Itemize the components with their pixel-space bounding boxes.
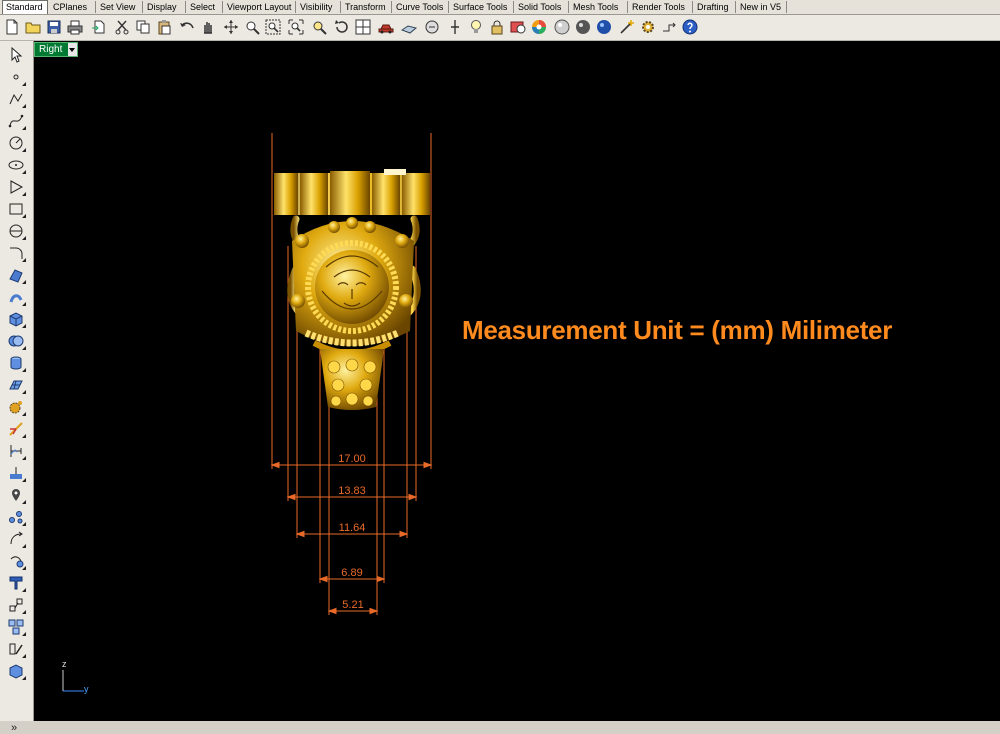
dimension-icon[interactable] bbox=[6, 441, 26, 461]
main-toolbar bbox=[0, 15, 1000, 41]
point-icon[interactable] bbox=[6, 67, 26, 87]
dimension-label-5: 5.21 bbox=[342, 599, 363, 611]
set-cplane-icon[interactable] bbox=[400, 18, 418, 36]
tab-standard[interactable]: Standard bbox=[2, 0, 48, 14]
orient-icon[interactable] bbox=[423, 18, 441, 36]
tab-mesh-tools[interactable]: Mesh Tools bbox=[570, 1, 628, 13]
pin-icon[interactable] bbox=[446, 18, 464, 36]
render-preview-icon[interactable] bbox=[595, 18, 613, 36]
zoom-icon[interactable] bbox=[243, 18, 261, 36]
block-icon[interactable] bbox=[6, 595, 26, 615]
tab-set-view[interactable]: Set View bbox=[97, 1, 143, 13]
zoom-extents-icon[interactable] bbox=[287, 18, 305, 36]
tab-display[interactable]: Display bbox=[144, 1, 186, 13]
rotate-view-icon[interactable] bbox=[333, 18, 351, 36]
ring-shank bbox=[274, 169, 430, 215]
trim-icon[interactable] bbox=[6, 419, 26, 439]
grid-snap-icon[interactable] bbox=[660, 18, 678, 36]
dimension-label-3: 11.64 bbox=[339, 522, 366, 534]
dimension-label-1: 17.00 bbox=[338, 453, 366, 465]
offset-icon[interactable] bbox=[6, 221, 26, 241]
axis-indicator bbox=[62, 670, 84, 692]
zoom-selected-icon[interactable] bbox=[310, 18, 328, 36]
zoom-window-icon[interactable] bbox=[264, 18, 282, 36]
ellipse-icon[interactable] bbox=[6, 155, 26, 175]
tab-cplanes[interactable]: CPlanes bbox=[50, 1, 96, 13]
viewport-scene: 17.00 13.83 11.64 6.89 5.21 bbox=[62, 133, 433, 692]
tab-visibility[interactable]: Visibility bbox=[297, 1, 341, 13]
import-icon[interactable] bbox=[90, 18, 108, 36]
sweep-icon[interactable] bbox=[6, 287, 26, 307]
cut-icon[interactable] bbox=[113, 18, 131, 36]
more-chevron-icon[interactable]: » bbox=[11, 722, 17, 734]
tab-transform[interactable]: Transform bbox=[342, 1, 392, 13]
fillet-icon[interactable] bbox=[6, 243, 26, 263]
tab-select[interactable]: Select bbox=[187, 1, 223, 13]
dimension-label-4: 6.89 bbox=[341, 567, 362, 579]
wand-icon[interactable] bbox=[618, 18, 636, 36]
undo-icon[interactable] bbox=[178, 18, 196, 36]
cylinder-icon[interactable] bbox=[6, 353, 26, 373]
circle-icon[interactable] bbox=[6, 133, 26, 153]
analyze-icon[interactable] bbox=[6, 463, 26, 483]
select-arrow-icon[interactable] bbox=[6, 45, 26, 65]
pan-arrows-icon[interactable] bbox=[222, 18, 240, 36]
options-gear-icon[interactable] bbox=[639, 18, 657, 36]
lock-icon[interactable] bbox=[488, 18, 506, 36]
tab-curve-tools[interactable]: Curve Tools bbox=[393, 1, 449, 13]
render-icon[interactable] bbox=[574, 18, 592, 36]
text-icon[interactable] bbox=[6, 529, 26, 549]
explode-icon[interactable] bbox=[6, 397, 26, 417]
tab-solid-tools[interactable]: Solid Tools bbox=[515, 1, 569, 13]
boolean-icon[interactable] bbox=[6, 331, 26, 351]
copy-icon[interactable] bbox=[134, 18, 152, 36]
mesh-icon[interactable] bbox=[6, 375, 26, 395]
curve-edit-icon[interactable] bbox=[6, 507, 26, 527]
box-icon[interactable] bbox=[6, 309, 26, 329]
new-file-icon[interactable] bbox=[3, 18, 21, 36]
viewport-right[interactable]: Right 17.00 13.83 11.64 6.89 5.21 Measur… bbox=[34, 41, 1000, 721]
color-wheel-icon[interactable] bbox=[530, 18, 548, 36]
tab-render-tools[interactable]: Render Tools bbox=[629, 1, 693, 13]
edit-icon[interactable] bbox=[6, 639, 26, 659]
open-folder-icon[interactable] bbox=[24, 18, 42, 36]
group-icon[interactable] bbox=[6, 485, 26, 505]
dimension-label-2: 13.83 bbox=[338, 485, 366, 497]
tab-viewport-layout[interactable]: Viewport Layout bbox=[224, 1, 296, 13]
tab-new-in-v5[interactable]: New in V5 bbox=[737, 1, 787, 13]
paste-icon[interactable] bbox=[155, 18, 173, 36]
ring-base bbox=[320, 349, 384, 410]
toolbar-tab-strip: Standard CPlanes Set View Display Select… bbox=[0, 0, 1000, 15]
side-toolbar: » bbox=[0, 41, 34, 734]
axis-y-label: y bbox=[84, 684, 89, 694]
viewport-grid-icon[interactable] bbox=[354, 18, 372, 36]
rendered-sphere-icon[interactable] bbox=[553, 18, 571, 36]
polyline-icon[interactable] bbox=[6, 89, 26, 109]
tab-drafting[interactable]: Drafting bbox=[694, 1, 736, 13]
layout-icon[interactable] bbox=[6, 617, 26, 637]
lightbulb-icon[interactable] bbox=[467, 18, 485, 36]
measurement-unit-caption: Measurement Unit = (mm) Milimeter bbox=[462, 315, 893, 345]
polygon-icon[interactable] bbox=[6, 177, 26, 197]
rectangle-icon[interactable] bbox=[6, 199, 26, 219]
ring-head bbox=[291, 217, 414, 356]
axis-z-label: z bbox=[62, 659, 67, 669]
car-icon[interactable] bbox=[377, 18, 395, 36]
help-icon[interactable] bbox=[681, 18, 699, 36]
transform-icon[interactable] bbox=[6, 551, 26, 571]
save-icon[interactable] bbox=[45, 18, 63, 36]
curve-icon[interactable] bbox=[6, 111, 26, 131]
render-box-icon[interactable] bbox=[6, 661, 26, 681]
pan-hand-icon[interactable] bbox=[199, 18, 217, 36]
tab-surface-tools[interactable]: Surface Tools bbox=[450, 1, 514, 13]
print-icon[interactable] bbox=[66, 18, 84, 36]
surface-icon[interactable] bbox=[6, 265, 26, 285]
shaded-sphere-icon[interactable] bbox=[509, 18, 527, 36]
array-icon[interactable] bbox=[6, 573, 26, 593]
